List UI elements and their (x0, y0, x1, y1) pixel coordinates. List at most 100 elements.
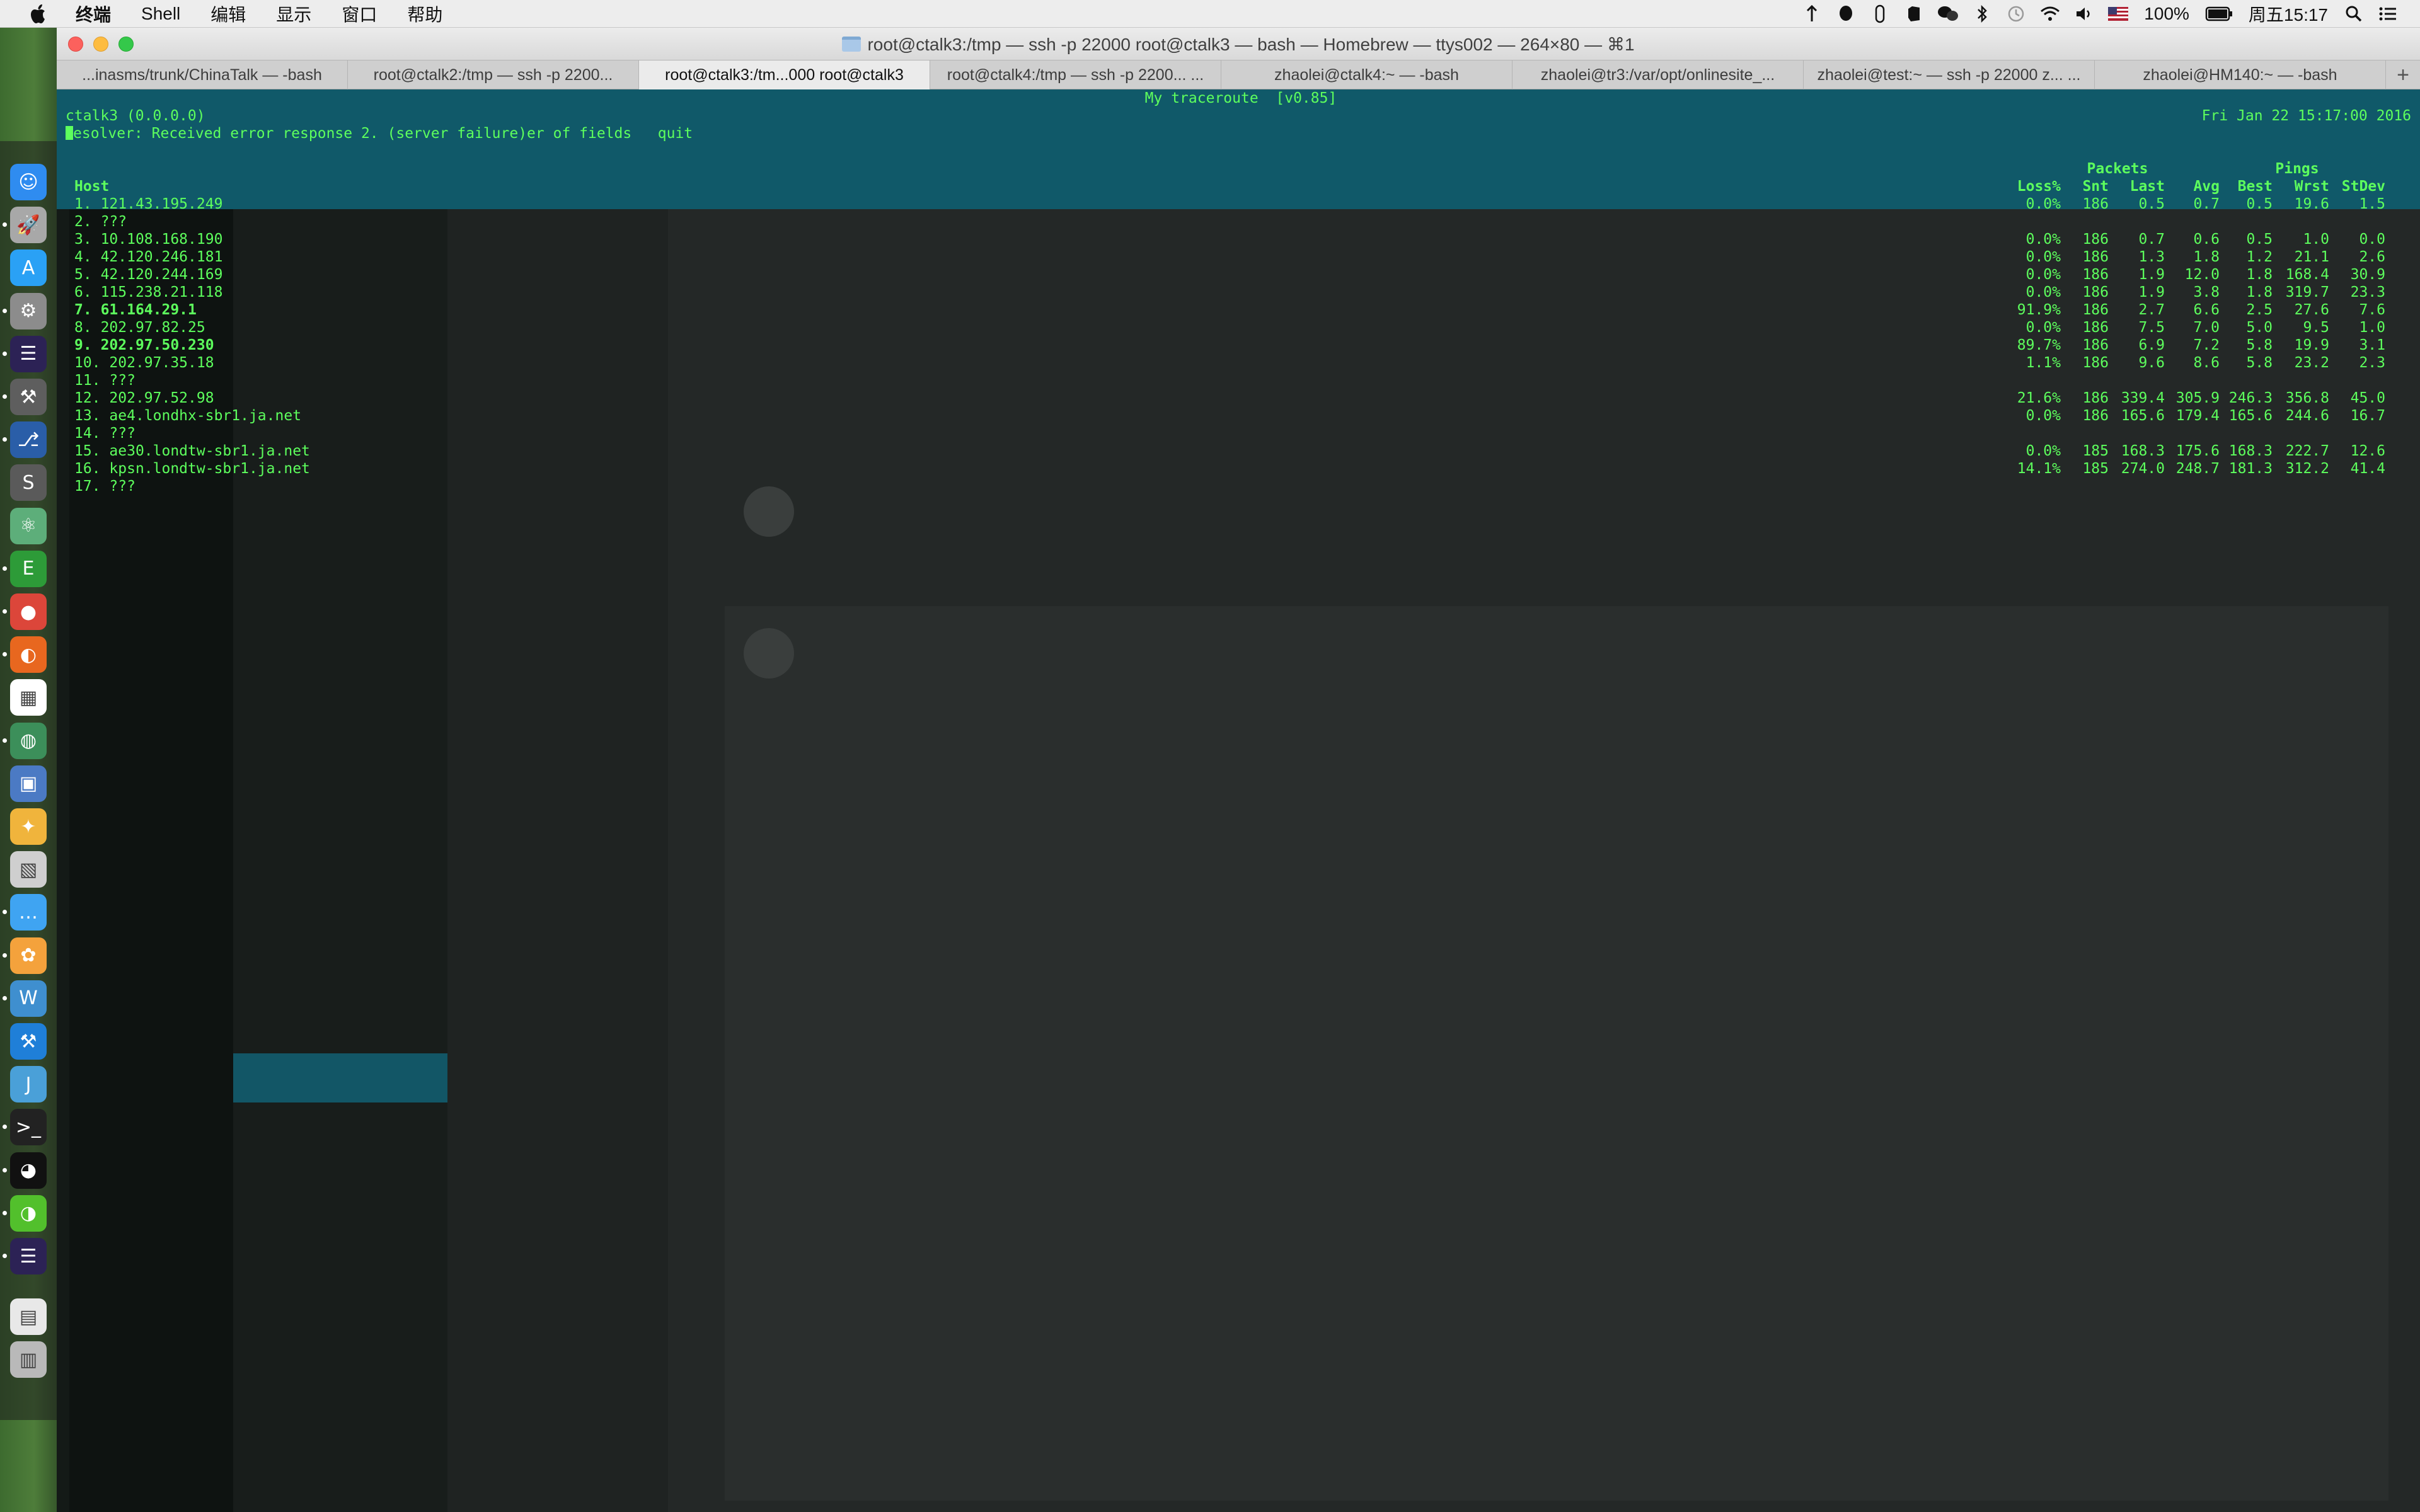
hop-loss: 0.0% (2025, 408, 2061, 424)
evernote-status-icon[interactable] (1903, 4, 1925, 23)
tab-zhaolei-hm140[interactable]: zhaolei@HM140:~ — -bash (2095, 60, 2386, 89)
menu-bar: 终端 Shell 编辑 显示 窗口 帮助 100% 周五15:17 (0, 0, 2420, 28)
hop-avg: 1.8 (2193, 249, 2220, 265)
battery-icon[interactable] (2204, 4, 2233, 23)
hop-loss: 0.0% (2025, 249, 2061, 265)
title-bar[interactable]: root@ctalk3:/tmp — ssh -p 22000 root@cta… (57, 28, 2420, 60)
hop-number: 3. (74, 231, 92, 248)
paperclip-icon[interactable] (1869, 4, 1891, 23)
menu-terminal[interactable]: 终端 (76, 1, 111, 26)
tab-ctalk4-ssh[interactable]: root@ctalk4:/tmp — ssh -p 2200... ... (930, 60, 1221, 89)
hop-avg: 3.8 (2193, 284, 2220, 301)
hop-snt: 186 (2082, 355, 2109, 371)
time-machine-icon[interactable] (2005, 4, 2027, 23)
menu-view[interactable]: 显示 (276, 1, 311, 26)
hop-separator (92, 284, 101, 301)
hop-hostname: ??? (109, 478, 135, 495)
hop-stdev: 23.3 (2350, 284, 2385, 301)
hop-last: 168.3 (2121, 443, 2165, 459)
notification-center-icon[interactable] (2377, 4, 2399, 23)
menu-edit[interactable]: 编辑 (210, 1, 246, 26)
launchpad-icon[interactable]: 🚀 (10, 207, 47, 244)
wechat-status-icon[interactable] (1937, 4, 1959, 23)
tab-chinatalk-bash[interactable]: ...inasms/trunk/ChinaTalk — -bash (57, 60, 348, 89)
evernote-icon[interactable]: E (10, 550, 47, 587)
us-flag-icon[interactable] (2107, 4, 2129, 23)
qq-status-icon[interactable] (1835, 4, 1857, 23)
wifi-icon[interactable] (2039, 4, 2061, 23)
grid-app-icon[interactable]: ▦ (10, 679, 47, 716)
tab-zhaolei-ctalk4[interactable]: zhaolei@ctalk4:~ — -bash (1221, 60, 1512, 89)
menu-window[interactable]: 窗口 (342, 1, 377, 26)
clock[interactable]: 周五15:17 (2249, 1, 2328, 26)
webstorm-icon[interactable]: W (10, 980, 47, 1017)
new-tab-button[interactable]: + (2386, 60, 2420, 89)
eclipse-2-icon[interactable]: ☰ (10, 1238, 47, 1274)
hop-host: 12. 202.97.52.98 (74, 389, 214, 407)
hop-hostname: ??? (109, 372, 135, 389)
instruments-icon[interactable]: ⚒ (10, 379, 47, 415)
xcode-icon[interactable]: ⚒ (10, 1023, 47, 1060)
tab-zhaolei-tr3[interactable]: zhaolei@tr3:/var/opt/onlinesite_... (1512, 60, 1804, 89)
lightbulb-icon[interactable]: ✦ (10, 808, 47, 845)
hop-number: 5. (74, 266, 92, 283)
hop-stdev: 0.0 (2359, 231, 2385, 248)
volume-icon[interactable] (2073, 4, 2095, 23)
eclipse-icon[interactable]: ☰ (10, 335, 47, 372)
hop-avg: 175.6 (2175, 443, 2220, 459)
sublime-text-icon[interactable]: S (10, 464, 47, 501)
terminal-cursor (66, 126, 73, 140)
hop-snt: 185 (2082, 461, 2109, 477)
hop-last: 1.9 (2138, 284, 2165, 301)
trash-icon[interactable]: ▥ (10, 1341, 47, 1378)
earth-browser-icon[interactable]: ◍ (10, 722, 47, 759)
image-preview-icon[interactable]: ▧ (10, 851, 47, 888)
menu-shell[interactable]: Shell (141, 4, 180, 24)
hop-avg: 305.9 (2175, 390, 2220, 406)
system-preferences-icon[interactable]: ⚙ (10, 292, 47, 329)
virtualbox-icon[interactable]: ▣ (10, 765, 47, 802)
hop-hostname: 115.238.21.118 (100, 284, 223, 301)
hop-best: 1.8 (2246, 284, 2273, 301)
document-icon[interactable]: ▤ (10, 1298, 47, 1336)
column-header-wrst: Wrst (2294, 178, 2329, 195)
atom-icon[interactable]: ⚛ (10, 507, 47, 544)
hop-loss: 0.0% (2025, 196, 2061, 212)
hop-number: 12. (74, 390, 101, 406)
qq-icon[interactable]: ◕ (10, 1152, 47, 1189)
hop-snt: 186 (2082, 284, 2109, 301)
hop-wrst: 23.2 (2294, 355, 2329, 371)
tab-zhaolei-test[interactable]: zhaolei@test:~ — ssh -p 22000 z... ... (1804, 60, 2095, 89)
hop-host: 8. 202.97.82.25 (74, 319, 205, 336)
hop-wrst: 319.7 (2285, 284, 2329, 301)
hop-last: 1.9 (2138, 266, 2165, 283)
hop-number: 14. (74, 425, 101, 442)
window-title: root@ctalk3:/tmp — ssh -p 22000 root@cta… (57, 28, 2420, 60)
finder-icon[interactable]: ☺ (10, 164, 47, 200)
hop-stdev: 16.7 (2350, 408, 2385, 424)
chrome-icon[interactable]: ● (10, 593, 47, 630)
hop-avg: 0.7 (2193, 196, 2220, 212)
hop-number: 7. (74, 302, 92, 318)
terminal-icon[interactable]: >_ (10, 1109, 47, 1146)
wechat-icon[interactable]: ◑ (10, 1194, 47, 1232)
menu-help[interactable]: 帮助 (407, 1, 442, 26)
apple-menu-icon[interactable] (25, 0, 53, 28)
messages-icon[interactable]: … (10, 894, 47, 931)
hop-avg: 248.7 (2175, 461, 2220, 477)
app-store-icon[interactable]: A (10, 249, 47, 287)
sourcetree-icon[interactable]: ⎇ (10, 421, 47, 459)
bluetooth-icon[interactable] (1971, 4, 1993, 23)
photos-icon[interactable]: ✿ (10, 937, 47, 974)
tab-ctalk2-ssh[interactable]: root@ctalk2:/tmp — ssh -p 2200... (348, 60, 639, 89)
dock: ☺ 🚀 A ⚙ ☰ ⚒ ⎇ S ⚛ E ● ◐ ▦ ◍ ▣ ✦ ▧ … ✿ W ⚒ J >_ ◕ ◑ ☰ ▤ ▥ (0, 28, 57, 1512)
upload-arrow-icon[interactable] (1801, 4, 1823, 23)
hop-number: 6. (74, 284, 92, 301)
intellij-icon[interactable]: J (10, 1066, 47, 1103)
hop-best: 5.8 (2246, 355, 2273, 371)
terminal-content[interactable]: My traceroute [v0.85] ctalk3 (0.0.0.0) F… (57, 89, 2420, 1512)
hop-number: 13. (74, 408, 101, 424)
firefox-icon[interactable]: ◐ (10, 636, 47, 673)
spotlight-search-icon[interactable] (2343, 4, 2365, 23)
tab-ctalk3-ssh[interactable]: root@ctalk3:/tm...000 root@ctalk3 (639, 60, 930, 89)
